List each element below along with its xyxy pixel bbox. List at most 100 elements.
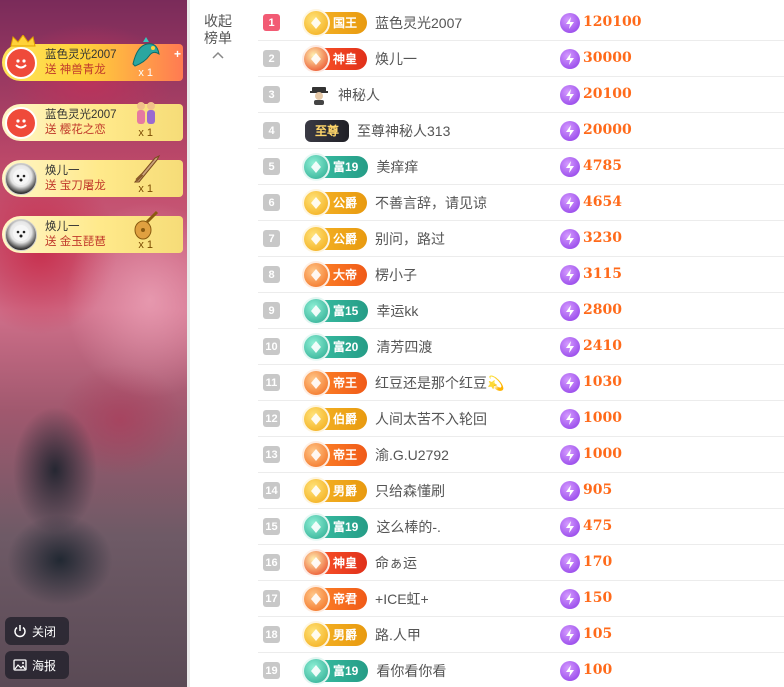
gift-name: 樱花之恋 bbox=[59, 123, 106, 136]
divider bbox=[187, 0, 190, 687]
rank-badge: 神皇 bbox=[302, 548, 368, 577]
ranking-row[interactable]: 8 大帝 楞小子 3115 bbox=[258, 257, 784, 293]
lightning-coin-icon bbox=[560, 661, 580, 681]
user-name[interactable]: 路.人甲 bbox=[375, 625, 421, 645]
ranking-row[interactable]: 2 神皇 焕儿一 30000 bbox=[258, 41, 784, 77]
ranking-row[interactable]: 16 神皇 命ぁ运 170 bbox=[258, 545, 784, 581]
rank-badge: 男爵 bbox=[302, 476, 368, 505]
ranking-row[interactable]: 12 伯爵 人间太苦不入轮回 1000 bbox=[258, 401, 784, 437]
user-name[interactable]: 渝.G.U2792 bbox=[375, 445, 449, 465]
badge-emblem-icon bbox=[302, 512, 330, 541]
rank-badge: 至尊 bbox=[305, 119, 350, 142]
dragon-icon bbox=[132, 37, 160, 67]
rank-badge-label: 帝王 bbox=[333, 376, 358, 390]
red-smiley-avatar[interactable] bbox=[5, 46, 37, 79]
user-name[interactable]: +ICE虹+ bbox=[375, 589, 429, 609]
lightning-coin-icon bbox=[560, 481, 580, 501]
ranking-row[interactable]: 9 富15 幸运kk 2800 bbox=[258, 293, 784, 329]
badge-emblem-icon bbox=[302, 8, 330, 37]
user-name[interactable]: 蓝色灵光2007 bbox=[375, 13, 462, 33]
user-name[interactable]: 别问，路过 bbox=[375, 229, 445, 249]
contribution-value: 20100 bbox=[583, 86, 632, 102]
live-video-panel[interactable]: 蓝色灵光2007 送 神兽青龙 x 1 + 蓝色灵光2007 送 樱花之恋 x … bbox=[0, 0, 187, 687]
ranking-row[interactable]: 17 帝君 +ICE虹+ 150 bbox=[258, 581, 784, 617]
gift-name: 宝刀屠龙 bbox=[59, 179, 106, 192]
collapse-rank-button[interactable]: 收起 榜单 bbox=[198, 13, 238, 65]
rank-badge: 富19 bbox=[302, 152, 369, 181]
ranking-row[interactable]: 1 国王 蓝色灵光2007 120100 bbox=[258, 5, 784, 41]
gift-notice: 焕儿一 送 宝刀屠龙 x 1 bbox=[2, 154, 183, 197]
user-name[interactable]: 至尊神秘人313 bbox=[357, 121, 450, 141]
ranking-row[interactable]: 6 公爵 不善言辞，请见谅 4654 bbox=[258, 185, 784, 221]
lightning-coin-icon bbox=[560, 409, 580, 429]
contribution-value: 105 bbox=[583, 626, 613, 642]
ranking-row[interactable]: 13 帝王 渝.G.U2792 1000 bbox=[258, 437, 784, 473]
badge-emblem-icon bbox=[302, 44, 330, 73]
user-name[interactable]: 清芳四渡 bbox=[376, 337, 432, 357]
ranking-row[interactable]: 10 富20 清芳四渡 2410 bbox=[258, 329, 784, 365]
user-name[interactable]: 神秘人 bbox=[338, 85, 380, 105]
rank-number: 8 bbox=[263, 266, 280, 283]
sparkle-icon: + bbox=[173, 47, 181, 61]
close-button-label: 关闭 bbox=[32, 624, 57, 639]
poster-button[interactable]: 海报 bbox=[5, 651, 69, 679]
lightning-coin-icon bbox=[560, 445, 580, 465]
user-name[interactable]: 这么棒的-. bbox=[376, 517, 441, 537]
rank-badge-label: 神皇 bbox=[333, 52, 358, 66]
contribution-value: 2410 bbox=[583, 338, 622, 354]
contribution-value: 2800 bbox=[583, 302, 622, 318]
ranking-row[interactable]: 19 富19 看你看你看 100 bbox=[258, 653, 784, 687]
ranking-row[interactable]: 5 富19 美痒痒 4785 bbox=[258, 149, 784, 185]
ranking-row[interactable]: 11 帝王 红豆还是那个红豆💫 1030 bbox=[258, 365, 784, 401]
ranking-row[interactable]: 4 至尊 至尊神秘人313 20000 bbox=[258, 113, 784, 149]
lightning-coin-icon bbox=[560, 373, 580, 393]
close-button[interactable]: 关闭 bbox=[5, 617, 69, 645]
user-name[interactable]: 红豆还是那个红豆💫 bbox=[375, 373, 504, 393]
ranking-row[interactable]: 3 神秘人 20100 bbox=[258, 77, 784, 113]
sword-icon bbox=[133, 154, 161, 183]
rank-number: 13 bbox=[263, 446, 280, 463]
badge-emblem-icon bbox=[302, 224, 330, 253]
ranking-row[interactable]: 7 公爵 别问，路过 3230 bbox=[258, 221, 784, 257]
ranking-row[interactable]: 15 富19 这么棒的-. 475 bbox=[258, 509, 784, 545]
user-name[interactable]: 不善言辞，请见谅 bbox=[375, 193, 487, 213]
user-name[interactable]: 楞小子 bbox=[375, 265, 417, 285]
red-smiley-avatar[interactable] bbox=[5, 106, 37, 139]
chevron-up-icon bbox=[212, 51, 224, 59]
contribution-value: 3115 bbox=[583, 266, 622, 282]
contribution-value: 30000 bbox=[583, 50, 632, 66]
rank-badge: 富19 bbox=[302, 512, 369, 541]
user-name[interactable]: 看你看你看 bbox=[376, 661, 446, 681]
contribution-value: 1000 bbox=[583, 410, 622, 426]
rank-number: 9 bbox=[263, 302, 280, 319]
lightning-coin-icon bbox=[560, 85, 580, 105]
rank-badge: 国王 bbox=[302, 8, 368, 37]
couple-icon bbox=[137, 102, 155, 124]
rank-badge-label: 男爵 bbox=[333, 484, 358, 498]
ranking-row[interactable]: 18 男爵 路.人甲 105 bbox=[258, 617, 784, 653]
user-name[interactable]: 人间太苦不入轮回 bbox=[375, 409, 487, 429]
rank-number: 10 bbox=[263, 338, 280, 355]
contribution-value: 4654 bbox=[583, 194, 622, 210]
lightning-coin-icon bbox=[560, 121, 580, 141]
gift-count: x 1 bbox=[138, 239, 153, 251]
ranking-row[interactable]: 14 男爵 只给森懂刷 905 bbox=[258, 473, 784, 509]
gift-send-label: 送 bbox=[45, 179, 57, 192]
user-name[interactable]: 焕儿一 bbox=[375, 49, 417, 69]
gift-notice: 蓝色灵光2007 送 樱花之恋 x 1 bbox=[2, 102, 183, 141]
user-name[interactable]: 只给森懂刷 bbox=[375, 481, 445, 501]
rank-badge-label: 帝王 bbox=[333, 448, 358, 462]
user-name[interactable]: 命ぁ运 bbox=[375, 553, 417, 573]
rank-badge-label: 神皇 bbox=[333, 556, 358, 570]
contribution-value: 1030 bbox=[583, 374, 622, 390]
rank-badge: 富15 bbox=[302, 296, 369, 325]
rank-badge-label: 国王 bbox=[333, 16, 358, 30]
user-name[interactable]: 幸运kk bbox=[376, 301, 418, 321]
rank-badge-label: 至尊 bbox=[315, 124, 340, 138]
user-name[interactable]: 美痒痒 bbox=[376, 157, 418, 177]
dog-avatar[interactable] bbox=[5, 162, 37, 195]
rank-number: 7 bbox=[263, 230, 280, 247]
dog-avatar[interactable] bbox=[5, 218, 37, 251]
mystery-user-icon bbox=[310, 86, 328, 105]
lightning-coin-icon bbox=[560, 13, 580, 33]
